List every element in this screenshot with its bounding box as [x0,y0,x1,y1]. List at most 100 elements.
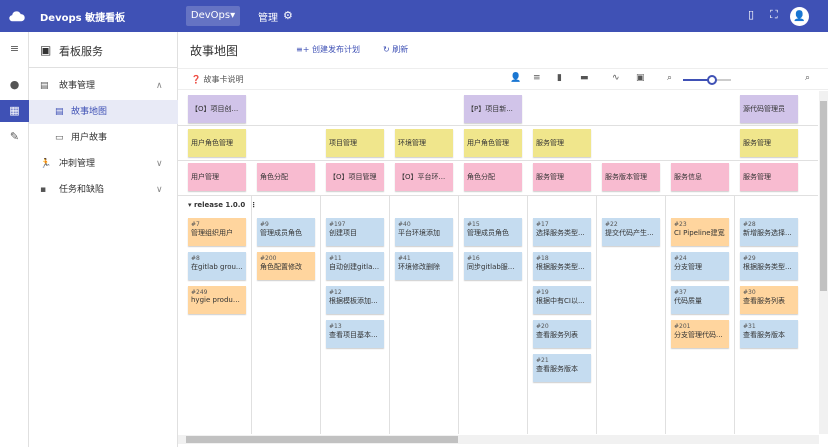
card-title: 用户角色管理 [191,139,233,147]
story-card[interactable]: #12 根据模板添加... [326,286,384,314]
story-card[interactable]: #30 查看服务列表 [740,286,798,314]
epic-card[interactable]: 源代码管理员 [740,95,798,123]
activity-card[interactable]: 【O】项目管理 [326,163,384,191]
story-card[interactable]: #15 管理成员角色 [464,218,522,246]
feature-card[interactable]: 服务管理 [533,129,591,157]
card-title: 选择服务类型... [536,229,585,237]
chevron-down-icon: ∨ [156,185,163,195]
story-card[interactable]: #24 分支管理 [671,252,729,280]
feature-card[interactable]: 环境管理 [395,129,453,157]
fullscreen-icon[interactable]: ⛶ [770,8,778,22]
story-card[interactable]: #200 角色配置修改 [257,252,315,280]
card-title: 自动创建gitla... [329,263,380,271]
card-title: 新增服务选择... [743,229,792,237]
story-card[interactable]: #37 代码质量 [671,286,729,314]
card-number: #41 [398,255,411,262]
card-title: 代码质量 [674,297,702,305]
refresh-button[interactable]: ↻ 刷新 [383,44,408,55]
user-icon[interactable]: ● [0,74,29,96]
story-card[interactable]: #20 查看服务列表 [533,320,591,348]
chart-icon[interactable]: ∿ [612,73,620,83]
gear-icon[interactable]: ⚙ [283,9,293,22]
story-card[interactable]: #18 根据服务类型... [533,252,591,280]
activity-card[interactable]: 服务版本管理 [602,163,660,191]
activity-card[interactable]: 服务管理 [533,163,591,191]
story-card[interactable]: #9 管理成员角色 [257,218,315,246]
column-divider [527,196,528,434]
activity-card[interactable]: 【O】平台环... [395,163,453,191]
create-release-button[interactable]: ≡+ 创建发布计划 [296,44,360,55]
activity-card[interactable]: 服务信息 [671,163,729,191]
story-card[interactable]: #197 创建项目 [326,218,384,246]
epic-card[interactable]: 【O】项目创... [188,95,246,123]
story-card[interactable]: #8 在gitlab grou... [188,252,246,280]
sidebar-item-story-map[interactable]: ▤ 故事地图 [29,100,178,124]
project-selector[interactable]: DevOps▾ [186,6,240,26]
vertical-scroll-thumb[interactable] [820,101,827,291]
story-card[interactable]: #40 平台环境添加 [395,218,453,246]
add-card-icon[interactable]: ▮ [557,73,562,83]
story-card[interactable]: #17 选择服务类型... [533,218,591,246]
story-card[interactable]: #22 提交代码产生... [602,218,660,246]
story-card[interactable]: #16 同步gitlab服... [464,252,522,280]
sidebar-item-label: 任务和缺陷 [59,185,105,195]
card-title: 用户角色管理 [467,139,509,147]
add-user-icon[interactable]: 👤 [510,73,521,83]
sidebar-item-user-story[interactable]: ▭ 用户故事 [29,126,178,150]
card-title: 【O】平台环... [398,173,446,181]
story-card[interactable]: #21 查看服务版本 [533,354,591,382]
folder-icon[interactable]: ▬ [580,73,589,83]
zoom-out-icon[interactable]: ⌕ [667,73,672,83]
activity-card[interactable]: 角色分配 [464,163,522,191]
zoom-slider[interactable] [683,75,731,85]
help-link[interactable]: ❓ 故事卡说明 [191,74,244,85]
story-card[interactable]: #13 查看项目基本... [326,320,384,348]
add-list-icon[interactable]: ≡ [533,73,541,83]
story-card[interactable]: #41 环境修改删除 [395,252,453,280]
zoom-slider-thumb[interactable] [706,75,717,85]
card-title: 角色分配 [260,173,288,181]
story-card[interactable]: #23 CI Pipeline建宽 [671,218,729,246]
story-card[interactable]: #19 根据中有CI以... [533,286,591,314]
feature-card[interactable]: 项目管理 [326,129,384,157]
sidebar-item-story-management[interactable]: ▤ 故事管理 ∧ [29,74,178,98]
horizontal-scrollbar[interactable] [178,435,819,444]
vertical-scrollbar[interactable] [819,91,828,434]
story-card[interactable]: #201 分支管理代码... [671,320,729,348]
activity-card[interactable]: 服务管理 [740,163,798,191]
release-label[interactable]: ▾ release 1.0.0 ⋮ [188,201,257,209]
sidebar-item-sprint[interactable]: 🏃 冲刺管理 ∨ [29,152,178,176]
story-card[interactable]: #11 自动创建gitla... [326,252,384,280]
card-number: #16 [467,255,480,262]
story-card[interactable]: #249 hygie produc... [188,286,246,314]
story-card[interactable]: #31 查看服务版本 [740,320,798,348]
comment-icon: ▪ [40,185,47,195]
mobile-icon[interactable]: ▯ [748,8,754,21]
story-card[interactable]: #28 新增服务选择... [740,218,798,246]
feature-card[interactable]: 用户角色管理 [464,129,522,157]
wrench-icon[interactable]: ✎ [0,126,29,148]
card-number: #197 [329,221,346,228]
image-icon[interactable]: ▣ [636,73,645,83]
manage-menu[interactable]: 管理 [258,9,278,24]
board-icon[interactable]: ▦ [0,100,29,122]
activity-card[interactable]: 角色分配 [257,163,315,191]
activity-card[interactable]: 用户管理 [188,163,246,191]
card-title: 环境修改删除 [398,263,440,271]
story-card[interactable]: #7 管理组织用户 [188,218,246,246]
sidebar-item-tasks[interactable]: ▪ 任务和缺陷 ∨ [29,178,178,202]
card-title: 角色配置修改 [260,263,302,271]
card-title: 根据服务类型... [743,263,792,271]
zoom-in-icon[interactable]: ⌕ [805,73,810,83]
epic-card[interactable]: 【P】项目新... [464,95,522,123]
feature-card[interactable]: 服务管理 [740,129,798,157]
horizontal-scroll-thumb[interactable] [186,436,458,443]
feature-card[interactable]: 用户角色管理 [188,129,246,157]
card-number: #37 [674,289,687,296]
card-title: 分支管理代码... [674,331,723,339]
avatar[interactable]: 👤 [790,7,809,26]
card-number: #12 [329,289,342,296]
list-icon: ▭ [55,133,64,143]
story-card[interactable]: #29 根据服务类型... [740,252,798,280]
menu-icon[interactable]: ≡ [0,38,29,60]
